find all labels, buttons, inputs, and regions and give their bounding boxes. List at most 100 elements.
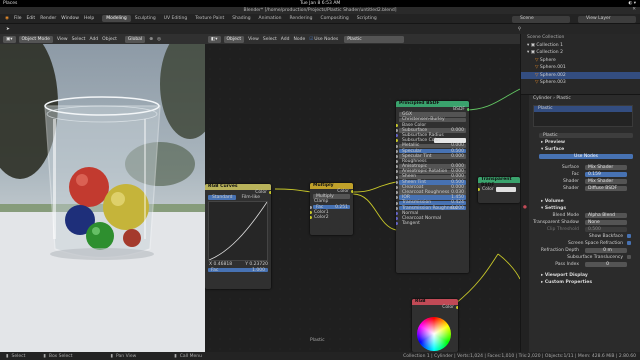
shader1-value[interactable]: Mix Shader bbox=[585, 178, 627, 185]
outliner-row-sphere-001[interactable]: ▽ Sphere.001 bbox=[521, 64, 640, 72]
fac-value[interactable]: 0.159 bbox=[585, 171, 627, 178]
shadow-mode-field[interactable]: Transparent Shadow None bbox=[533, 219, 633, 226]
settings-section-header[interactable]: ▾ Settings bbox=[533, 205, 633, 212]
node-menu-add[interactable]: Add bbox=[281, 37, 290, 42]
os-app-name[interactable]: Places bbox=[3, 1, 17, 6]
cursor-tool-icon[interactable]: ➤ bbox=[6, 27, 10, 32]
curve-graph[interactable] bbox=[208, 201, 268, 262]
menu-window[interactable]: Window bbox=[61, 16, 79, 21]
material-slot-list[interactable]: Plastic bbox=[533, 105, 633, 127]
principled-input-label: Specular Tint bbox=[402, 153, 432, 159]
principled-input-transmission-roughness[interactable]: Transmission Roughness 0.000 bbox=[396, 206, 469, 211]
viewport-menu-add[interactable]: Add bbox=[89, 37, 98, 42]
screen-refraction-checkbox[interactable]: Screen Space Refraction bbox=[533, 240, 633, 247]
node-menu-view[interactable]: View bbox=[248, 37, 259, 42]
node-menu-select[interactable]: Select bbox=[263, 37, 277, 42]
viewport-menu-view[interactable]: View bbox=[57, 37, 68, 42]
outliner-row-collection-2[interactable]: ▾ ▣ Collection 2 bbox=[521, 49, 640, 57]
menu-render[interactable]: Render bbox=[40, 16, 56, 21]
menu-help[interactable]: Help bbox=[84, 16, 94, 21]
proportional-icon[interactable]: ◎ bbox=[157, 37, 161, 42]
node-menu-node[interactable]: Node bbox=[293, 37, 305, 42]
show-backface-check-icon[interactable] bbox=[627, 234, 631, 238]
curve-fac-field[interactable]: Fac 1.000 bbox=[205, 268, 271, 273]
transparent-color-swatch[interactable] bbox=[496, 187, 516, 192]
node-transparent-bsdf[interactable]: Transparent BSDF Color bbox=[478, 177, 520, 203]
shadow-mode-value[interactable]: None bbox=[585, 219, 627, 226]
refraction-depth-field[interactable]: Refraction Depth 0 m bbox=[533, 247, 633, 254]
outliner-row-sphere-002[interactable]: ▽ Sphere.002 bbox=[521, 71, 640, 79]
node-principled-bsdf[interactable]: Principled BSDF BSDF GGX Christensen-Bur… bbox=[396, 101, 469, 273]
shader-type-selector[interactable]: Object bbox=[223, 35, 245, 43]
material-tab-icon[interactable]: ● bbox=[521, 205, 529, 210]
pass-index-field[interactable]: Pass Index 0 bbox=[533, 261, 633, 268]
menu-edit[interactable]: Edit bbox=[26, 16, 35, 21]
shader1-field[interactable]: Shader Mix Shader bbox=[533, 178, 633, 185]
surface-shader-value[interactable]: Mix Shader bbox=[585, 164, 627, 171]
subsurface-translucency-check-icon[interactable] bbox=[627, 255, 631, 259]
volume-section-header[interactable]: ▸ Volume bbox=[533, 198, 633, 205]
scene-selector[interactable]: Scene bbox=[512, 15, 570, 23]
viewport-display-section-header[interactable]: ▸ Viewport Display bbox=[533, 272, 633, 279]
editor-type-button[interactable]: ▣▾ bbox=[3, 35, 16, 43]
clip-threshold-value[interactable]: 0.500 bbox=[585, 226, 627, 233]
os-tray-icons[interactable]: ◐ ▾ bbox=[628, 1, 636, 6]
material-datablock-selector[interactable]: Plastic bbox=[533, 132, 633, 139]
workspace-tab-shading[interactable]: Shading bbox=[228, 15, 254, 22]
principled-input-tangent[interactable]: Tangent bbox=[396, 221, 469, 226]
workspace-tab-sculpting[interactable]: Sculpting bbox=[131, 15, 160, 22]
curve-tab-filmlike[interactable]: Film-like bbox=[236, 195, 264, 200]
workspace-tab-scripting[interactable]: Scripting bbox=[353, 15, 381, 22]
surface-section-header[interactable]: ▾ Surface bbox=[533, 146, 633, 153]
orientation-selector[interactable]: Global bbox=[124, 35, 146, 43]
workspace-tab-texture-paint[interactable]: Texture Paint bbox=[191, 15, 228, 22]
blend-mode-field[interactable]: Blend Mode Alpha Blend bbox=[533, 212, 633, 219]
custom-properties-section-header[interactable]: ▸ Custom Properties bbox=[533, 279, 633, 286]
shader2-value[interactable]: Diffuse BSDF bbox=[585, 185, 627, 192]
outliner-row-sphere[interactable]: ▽ Sphere bbox=[521, 57, 640, 65]
refraction-depth-value[interactable]: 0 m bbox=[585, 247, 627, 254]
volume-section-label: Volume bbox=[544, 199, 564, 204]
node-editor-type-button[interactable]: ◧▾ bbox=[208, 35, 221, 43]
menu-file[interactable]: File bbox=[14, 16, 22, 21]
transparent-color-input[interactable]: Color bbox=[478, 187, 520, 192]
blend-mode-value[interactable]: Alpha Blend bbox=[585, 212, 627, 219]
outliner-row-sphere-003[interactable]: ▽ Sphere.003 bbox=[521, 79, 640, 87]
filter-icon[interactable]: ⚲ bbox=[518, 27, 521, 32]
clip-threshold-field[interactable]: Clip Threshold 0.500 bbox=[533, 226, 633, 233]
workspace-tab-uv-editing[interactable]: UV Editing bbox=[160, 15, 191, 22]
workspace-tab-compositing[interactable]: Compositing bbox=[316, 15, 352, 22]
view-layer-selector[interactable]: View Layer bbox=[578, 15, 636, 23]
pass-index-value[interactable]: 0 bbox=[585, 261, 627, 268]
node-rgb[interactable]: RGB Color bbox=[412, 299, 458, 352]
node-multiply[interactable]: Multiply Color Multiply Clamp Fac 0.251 C… bbox=[310, 183, 353, 235]
node-rgb-curves[interactable]: RGB Curves Color Standard Film-like X 0.… bbox=[205, 184, 271, 289]
node-editor-canvas[interactable]: RGB Curves Color Standard Film-like X 0.… bbox=[205, 44, 520, 352]
material-slot-row[interactable]: Plastic bbox=[534, 106, 632, 112]
outliner-row-collection-1[interactable]: ▾ ▣ Collection 1 bbox=[521, 42, 640, 50]
surface-shader-field[interactable]: Surface Mix Shader bbox=[533, 164, 633, 171]
viewport-menu-object[interactable]: Object bbox=[102, 37, 117, 42]
viewport-menu-select[interactable]: Select bbox=[72, 37, 86, 42]
rgb-color-wheel[interactable] bbox=[417, 317, 451, 351]
window-close-icon[interactable]: ✕ bbox=[632, 7, 636, 12]
os-clock[interactable]: Tue Jan 8 6:53 AM bbox=[300, 1, 340, 6]
fac-field[interactable]: Fac 0.159 bbox=[533, 171, 633, 178]
shader2-field[interactable]: Shader Diffuse BSDF bbox=[533, 185, 633, 192]
preview-section-header[interactable]: ▸ Preview bbox=[533, 139, 633, 146]
screen-refraction-check-icon[interactable] bbox=[627, 241, 631, 245]
mode-selector[interactable]: Object Mode bbox=[18, 35, 53, 43]
material-selector[interactable]: Plastic bbox=[344, 35, 405, 43]
workspace-tab-rendering[interactable]: Rendering bbox=[286, 15, 317, 22]
workspace-tab-modeling[interactable]: Modeling bbox=[102, 15, 131, 22]
show-backface-checkbox[interactable]: Show Backface bbox=[533, 233, 633, 240]
3d-viewport[interactable] bbox=[0, 44, 205, 352]
workspace-tab-animation[interactable]: Animation bbox=[255, 15, 286, 22]
use-nodes-button[interactable]: Use Nodes bbox=[533, 153, 633, 160]
blender-logo-icon[interactable]: ◉ bbox=[5, 16, 9, 21]
curve-tab-standard[interactable]: Standard bbox=[208, 195, 237, 201]
snap-icon[interactable]: ⊕ bbox=[149, 37, 153, 42]
use-nodes-checkbox[interactable]: ☑ bbox=[309, 37, 313, 42]
subsurface-translucency-checkbox[interactable]: Subsurface Translucency bbox=[533, 254, 633, 261]
curve-line bbox=[208, 202, 268, 261]
